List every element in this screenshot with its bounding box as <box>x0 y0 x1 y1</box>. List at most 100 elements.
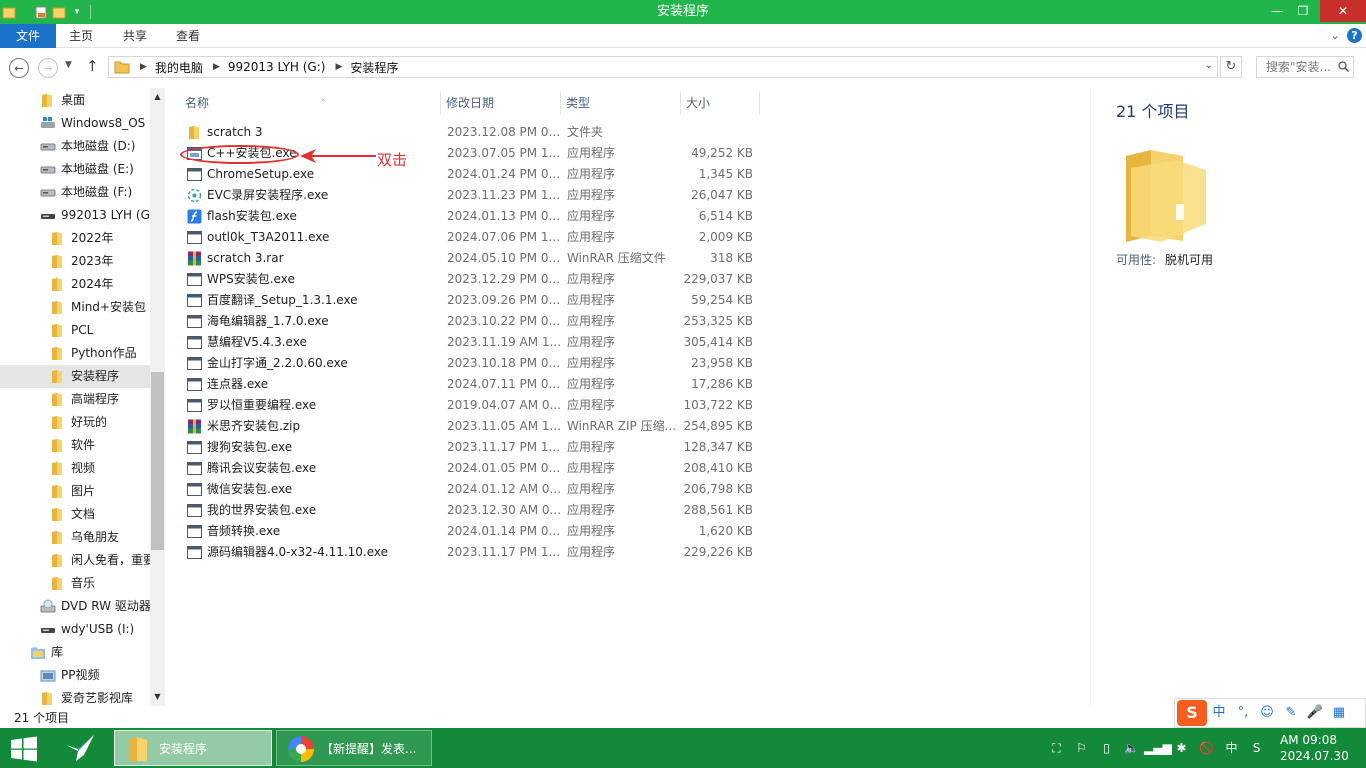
table-row[interactable]: scratch 3.rar 2024.05.10 PM 0... WinRAR 压缩… <box>180 248 760 269</box>
table-row[interactable]: 源码编辑器4.0-x32-4.11.10.exe 2023.11.17 PM 1.… <box>180 542 760 563</box>
minimize-button[interactable]: — <box>1264 0 1290 22</box>
table-row[interactable]: 微信安装包.exe 2024.01.12 AM 0... 应用程序 206,798 K… <box>180 479 760 500</box>
table-row[interactable]: EVC录屏安装程序.exe 2023.11.23 PM 1... 应用程序 26,04… <box>180 185 760 206</box>
table-row[interactable]: 百度翻译_Setup_1.3.1.exe 2023.09.26 PM 0... 应用… <box>180 290 760 311</box>
sidebar-item[interactable]: wdy'USB (I:) <box>0 618 150 641</box>
breadcrumb-separator-icon[interactable]: ▶ <box>140 62 147 72</box>
sidebar-item[interactable]: Windows8_OS (C:) <box>0 112 150 135</box>
tab-file[interactable]: 文件 <box>0 24 56 48</box>
clock[interactable]: AM 09:08 2024.07.30 <box>1280 732 1362 764</box>
sidebar-item[interactable]: Python作品 <box>0 342 150 365</box>
taskbar-browser-button[interactable]: 【新提醒】发表... <box>276 730 432 766</box>
breadcrumb-my-computer[interactable]: 我的电脑 <box>155 59 203 76</box>
sidebar-item[interactable]: 库 <box>0 641 150 664</box>
taskbar-explorer-button[interactable]: 安装程序 <box>114 730 272 766</box>
breadcrumb-drive[interactable]: 992013 LYH (G:) <box>228 60 326 74</box>
table-row[interactable]: 米思齐安装包.zip 2023.11.05 AM 1... WinRAR ZIP 压… <box>180 416 760 437</box>
search-input[interactable]: 搜索"安装... <box>1256 56 1354 78</box>
back-button[interactable]: ← <box>9 58 29 78</box>
table-row[interactable]: 连点器.exe 2024.07.11 PM 0... 应用程序 17,286 KB <box>180 374 760 395</box>
expand-ribbon-chevron-icon[interactable]: ⌄ <box>1328 29 1342 43</box>
sidebar-item[interactable]: DVD RW 驱动器 <box>0 595 150 618</box>
ime-microphone-icon[interactable]: 🎤 <box>1303 702 1327 724</box>
address-dropdown-chevron-icon[interactable]: ⌄ <box>1205 60 1213 71</box>
ime-toolbar[interactable]: S 中 °, ☺ ✎ 🎤 ▦ <box>1174 698 1366 728</box>
ime-emoji-icon[interactable]: ☺ <box>1255 702 1279 724</box>
refresh-button[interactable]: ↻ <box>1220 56 1242 78</box>
sidebar-item[interactable]: 文档 <box>0 503 150 526</box>
sidebar-item[interactable]: 本地磁盘 (E:) <box>0 158 150 181</box>
scroll-up-icon[interactable]: ▲ <box>150 88 165 105</box>
column-header-type[interactable]: 类型 <box>561 92 681 114</box>
tray-volume-icon[interactable]: 🔈 <box>1119 737 1144 759</box>
sidebar-item[interactable]: Mind+安装包 <box>0 296 150 319</box>
tray-blocked-icon[interactable]: 🚫 <box>1194 737 1219 759</box>
sidebar-item[interactable]: PCL <box>0 319 150 342</box>
tray-language-indicator[interactable]: 中 <box>1219 737 1244 759</box>
table-row[interactable]: 搜狗安装包.exe 2023.11.17 PM 1... 应用程序 128,347 K… <box>180 437 760 458</box>
pinned-bird-app-icon[interactable] <box>62 731 98 765</box>
table-row[interactable]: 金山打字通_2.2.0.60.exe 2023.10.18 PM 0... 应用程序… <box>180 353 760 374</box>
tab-share[interactable]: 共享 <box>123 24 147 48</box>
sidebar-item[interactable]: 图片 <box>0 480 150 503</box>
sogou-logo-icon[interactable]: S <box>1177 700 1207 726</box>
sidebar-item[interactable]: 本地磁盘 (F:) <box>0 181 150 204</box>
table-row[interactable]: scratch 3 2023.12.08 PM 0... 文件夹 <box>180 122 760 143</box>
ime-punctuation-icon[interactable]: °, <box>1231 702 1255 724</box>
scroll-down-icon[interactable]: ▼ <box>150 688 165 705</box>
tray-battery-icon[interactable]: ▯ <box>1094 737 1119 759</box>
sidebar-item[interactable]: 高端程序 <box>0 388 150 411</box>
navigation-pane-scrollbar[interactable]: ▲ ▼ <box>150 88 165 706</box>
table-row[interactable]: 我的世界安装包.exe 2023.12.30 AM 0... 应用程序 288,561… <box>180 500 760 521</box>
sidebar-item[interactable]: 软件 <box>0 434 150 457</box>
tray-network-icon[interactable]: ▂▄▆ <box>1144 737 1172 759</box>
sidebar-item[interactable]: PP视频 <box>0 664 150 687</box>
table-row[interactable]: 海龟编辑器_1.7.0.exe 2023.10.22 PM 0... 应用程序 253… <box>180 311 760 332</box>
sidebar-item[interactable]: 闲人免看，重要 <box>0 549 150 572</box>
table-row[interactable]: 腾讯会议安装包.exe 2024.01.05 PM 0... 应用程序 208,410… <box>180 458 760 479</box>
column-header-date[interactable]: 修改日期 <box>441 92 561 114</box>
tray-input-icon[interactable]: ⛶ <box>1044 737 1069 759</box>
address-bar[interactable]: ▶ 我的电脑 ▶ 992013 LYH (G:) ▶ 安装程序 ⌄ <box>108 56 1218 78</box>
table-row[interactable]: 慧编程V5.4.3.exe 2023.11.19 AM 1... 应用程序 305,4… <box>180 332 760 353</box>
close-button[interactable]: ✕ <box>1320 0 1366 22</box>
tab-home[interactable]: 主页 <box>69 24 93 48</box>
table-row[interactable]: WPS安装包.exe 2023.12.29 PM 0... 应用程序 229,037 … <box>180 269 760 290</box>
table-row[interactable]: flash安装包.exe 2024.01.13 PM 0... 应用程序 6,514 … <box>180 206 760 227</box>
table-row[interactable]: ChromeSetup.exe 2024.01.24 PM 0... 应用程序 1,3… <box>180 164 760 185</box>
help-icon[interactable]: ? <box>1347 28 1362 43</box>
scrollbar-thumb[interactable] <box>151 372 164 550</box>
sidebar-item[interactable]: 音乐 <box>0 572 150 595</box>
tray-flag-icon[interactable]: ⚐ <box>1069 737 1094 759</box>
table-row[interactable]: 罗以恒重要编程.exe 2019.04.07 AM 0... 应用程序 103,722… <box>180 395 760 416</box>
sidebar-item[interactable]: 2023年 <box>0 250 150 273</box>
breadcrumb-separator-icon[interactable]: ▶ <box>213 62 220 72</box>
sidebar-item[interactable]: 2022年 <box>0 227 150 250</box>
sidebar-item[interactable]: 2024年 <box>0 273 150 296</box>
up-arrow-icon[interactable]: ↑ <box>86 57 99 75</box>
sidebar-item[interactable]: 爱奇艺影视库 <box>0 687 150 706</box>
ime-handwrite-icon[interactable]: ✎ <box>1279 702 1303 724</box>
sidebar-item[interactable]: 安装程序 <box>0 365 150 388</box>
sidebar-item[interactable]: 桌面 <box>0 89 150 112</box>
maximize-button[interactable]: ❐ <box>1290 0 1316 22</box>
forward-button[interactable]: → <box>38 58 58 78</box>
sidebar-item[interactable]: 乌龟朋友 <box>0 526 150 549</box>
ime-toolbox-icon[interactable]: ▦ <box>1327 702 1351 724</box>
column-header-name[interactable]: 名称 ^ <box>180 92 441 114</box>
column-header-size[interactable]: 大小 <box>681 92 760 114</box>
windows-start-icon[interactable] <box>10 736 38 762</box>
sidebar-item[interactable]: 视频 <box>0 457 150 480</box>
tray-sogou-icon[interactable]: S <box>1244 737 1269 759</box>
sidebar-item[interactable]: 992013 LYH (G:) <box>0 204 150 227</box>
recent-locations-chevron-icon[interactable]: ▼ <box>65 60 72 70</box>
table-row[interactable]: 音频转换.exe 2024.01.14 PM 0... 应用程序 1,620 KB <box>180 521 760 542</box>
table-row[interactable]: outl0k_T3A2011.exe 2024.07.06 PM 1... 应用程序… <box>180 227 760 248</box>
ime-language-toggle[interactable]: 中 <box>1207 702 1231 724</box>
sidebar-item[interactable]: 好玩的 <box>0 411 150 434</box>
tray-bluetooth-icon[interactable]: ✱ <box>1169 737 1194 759</box>
breadcrumb-current-folder[interactable]: 安装程序 <box>350 59 398 76</box>
sidebar-item[interactable]: 本地磁盘 (D:) <box>0 135 150 158</box>
breadcrumb-separator-icon[interactable]: ▶ <box>335 62 342 72</box>
tab-view[interactable]: 查看 <box>176 24 200 48</box>
